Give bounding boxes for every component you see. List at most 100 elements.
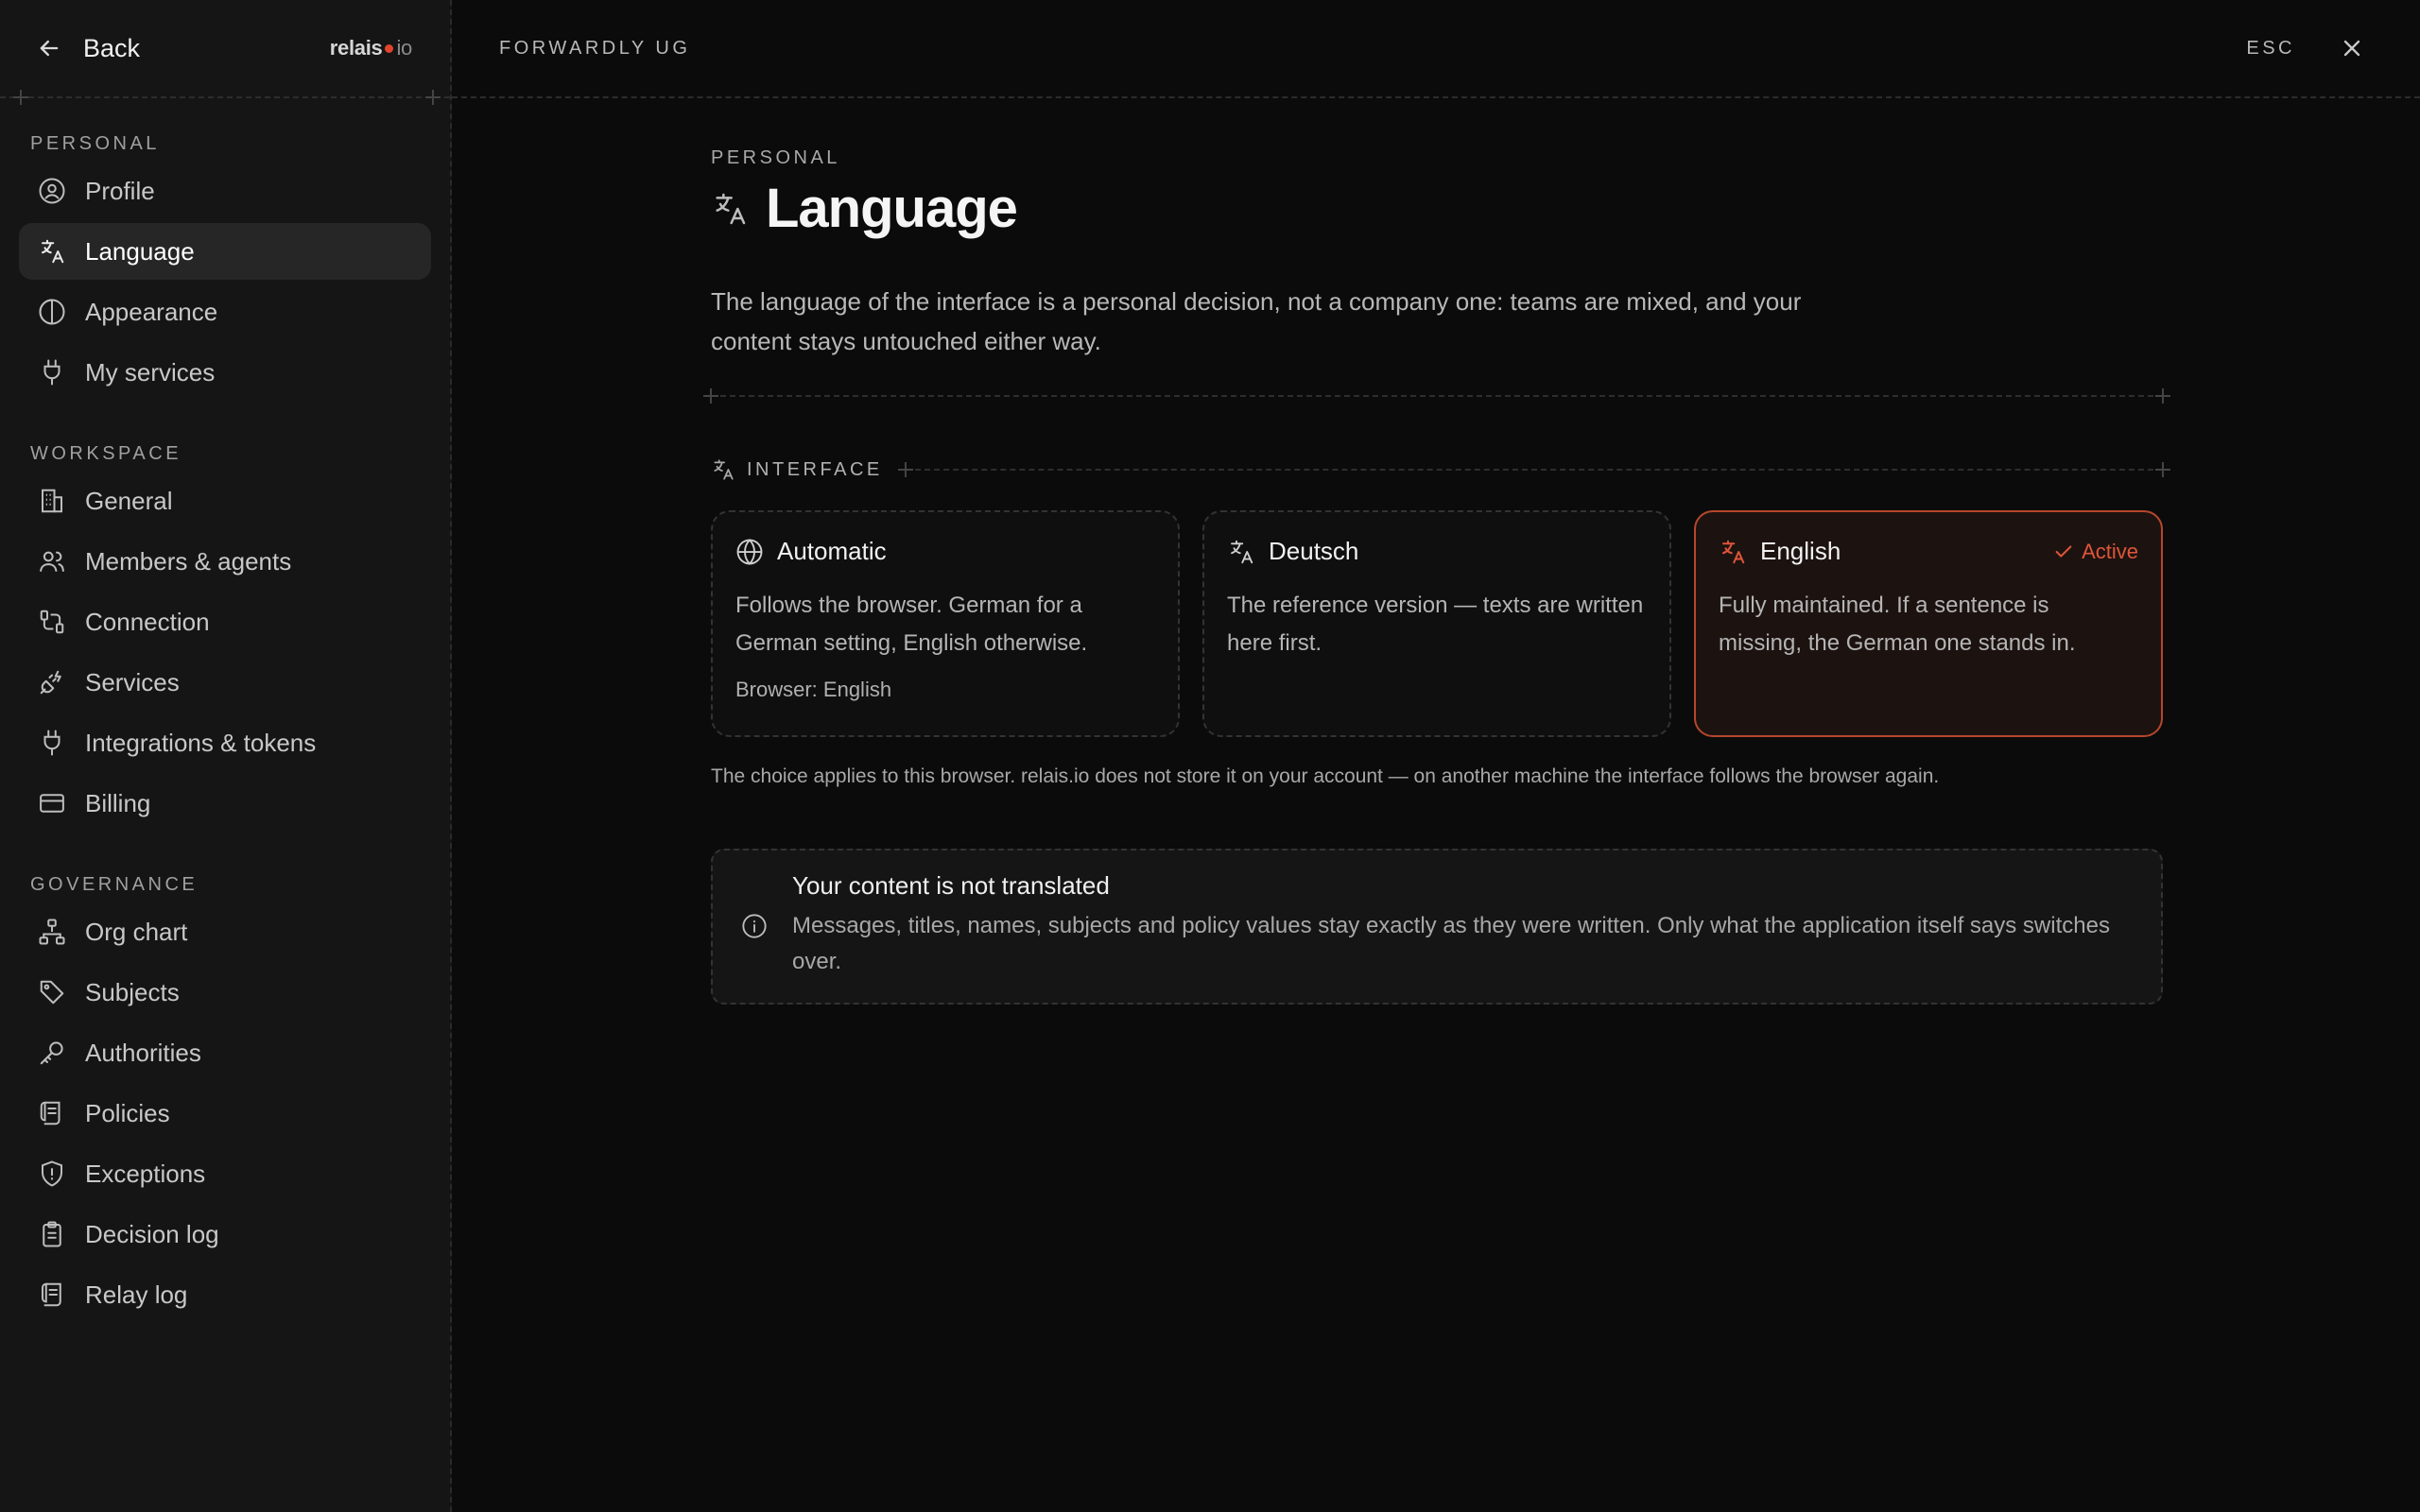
- card-title: Deutsch: [1269, 537, 1359, 565]
- card-header: Automatic: [735, 537, 1155, 566]
- sidebar-item-relay-log[interactable]: Relay log: [19, 1266, 431, 1323]
- clipboard-icon: [43, 1221, 61, 1247]
- sidebar-list-governance: Org chart Subjects Authorities Policies …: [0, 903, 450, 1323]
- page-title-row: Language: [711, 177, 2163, 240]
- sidebar-item-label: Billing: [85, 788, 151, 817]
- card-title: Automatic: [777, 537, 887, 565]
- topbar-actions: ESC: [2246, 35, 2365, 61]
- sidebar-item-general[interactable]: General: [19, 472, 431, 529]
- sidebar-item-label: Relay log: [85, 1280, 188, 1309]
- breadcrumb: FORWARDLY UG: [499, 37, 691, 59]
- close-icon[interactable]: [2339, 35, 2365, 61]
- scroll-icon: [40, 1101, 60, 1125]
- brand-tld: io: [396, 36, 412, 60]
- sidebar-item-decision-log[interactable]: Decision log: [19, 1206, 431, 1263]
- brand-logo: relais io: [329, 36, 413, 60]
- sidebar-item-org-chart[interactable]: Org chart: [19, 903, 431, 960]
- browser-language: Browser: English: [735, 678, 892, 701]
- sidebar-item-connection[interactable]: Connection: [19, 593, 431, 650]
- sidebar-item-label: Policies: [85, 1098, 170, 1127]
- card-description: Follows the browser. German for a German…: [735, 593, 1088, 656]
- sidebar-item-services[interactable]: Services: [19, 654, 431, 711]
- sidebar-section-workspace: WORKSPACE: [30, 443, 182, 464]
- sidebar-item-exceptions[interactable]: Exceptions: [19, 1145, 431, 1202]
- back-label: Back: [83, 33, 141, 62]
- main-panel: FORWARDLY UG ESC PERSONAL Language The l…: [452, 0, 2420, 1512]
- sidebar: Back relais io PERSONAL Profile Language …: [0, 0, 452, 1512]
- corner-plus-mark: [425, 90, 441, 105]
- sidebar-item-label: General: [85, 486, 173, 515]
- plug-zap-icon: [40, 670, 61, 695]
- info-title: Your content is not translated: [792, 871, 1110, 900]
- key-icon: [40, 1041, 63, 1065]
- check-icon: [2055, 544, 2072, 558]
- sidebar-item-appearance[interactable]: Appearance: [19, 284, 431, 340]
- corner-plus-mark: [897, 462, 913, 477]
- sidebar-header: Back relais io: [0, 0, 450, 105]
- sidebar-list-personal: Profile Language Appearance My services: [0, 163, 450, 401]
- corner-plus-mark: [2155, 462, 2170, 477]
- building-icon: [42, 489, 62, 513]
- option-card-deutsch[interactable]: Deutsch The reference version — texts ar…: [1202, 510, 1671, 737]
- sidebar-item-label: My services: [85, 357, 216, 387]
- card-header: English Active: [1719, 537, 2138, 566]
- credit-card-icon: [40, 794, 64, 813]
- corner-plus-mark: [13, 90, 28, 105]
- sidebar-item-integrations-tokens[interactable]: Integrations & tokens: [19, 714, 431, 771]
- divider: [703, 388, 2170, 404]
- content-info-callout: Your content is not translated Messages,…: [711, 849, 2163, 1005]
- topbar: FORWARDLY UG ESC: [452, 0, 2420, 98]
- translate-icon: [1722, 540, 1745, 563]
- interface-section-header: INTERFACE: [711, 457, 2170, 482]
- sidebar-item-label: Profile: [85, 176, 155, 205]
- sidebar-item-label: Connection: [85, 607, 210, 636]
- sidebar-item-members-agents[interactable]: Members & agents: [19, 533, 431, 590]
- card-description: The reference version — texts are writte…: [1227, 593, 1644, 656]
- sidebar-item-label: Integrations & tokens: [85, 728, 317, 757]
- option-card-english[interactable]: English Active Fully maintained. If a se…: [1694, 510, 2163, 737]
- corner-plus-mark: [2155, 388, 2170, 404]
- language-options: Automatic Follows the browser. German fo…: [711, 510, 2163, 737]
- translate-icon: [42, 239, 64, 264]
- sidebar-item-billing[interactable]: Billing: [19, 775, 431, 832]
- translate-icon: [1231, 540, 1253, 563]
- users-icon: [40, 551, 64, 572]
- shield-alert-icon: [42, 1160, 62, 1187]
- sidebar-item-label: Language: [85, 236, 195, 266]
- sidebar-item-label: Decision log: [85, 1219, 219, 1248]
- sidebar-item-label: Exceptions: [85, 1159, 206, 1188]
- card-description: Fully maintained. If a sentence is missi…: [1719, 593, 2076, 656]
- active-badge-label: Active: [2082, 539, 2138, 563]
- arrow-left-icon: [40, 40, 59, 57]
- info-icon: [742, 914, 767, 938]
- back-button[interactable]: Back: [36, 34, 140, 63]
- card-title: English: [1760, 537, 1841, 565]
- sidebar-item-label: Org chart: [85, 917, 188, 946]
- sidebar-section-governance: GOVERNANCE: [30, 874, 199, 895]
- globe-icon: [736, 538, 763, 565]
- option-card-automatic[interactable]: Automatic Follows the browser. German fo…: [711, 510, 1180, 737]
- translate-icon: [716, 193, 746, 224]
- tag-icon: [40, 980, 64, 1005]
- sidebar-item-my-services[interactable]: My services: [19, 344, 431, 401]
- info-text: Messages, titles, names, subjects and po…: [792, 913, 2110, 974]
- storage-note: The choice applies to this browser. rela…: [711, 765, 1940, 787]
- sidebar-item-label: Subjects: [85, 977, 180, 1006]
- translate-icon: [714, 459, 734, 480]
- sidebar-item-language[interactable]: Language: [19, 223, 431, 280]
- corner-plus-mark: [703, 388, 718, 404]
- sidebar-item-authorities[interactable]: Authorities: [19, 1024, 431, 1081]
- brand-name: relais: [329, 36, 383, 60]
- user-circle-icon: [39, 178, 65, 204]
- card-header: Deutsch: [1227, 537, 1647, 566]
- org-chart-icon: [39, 919, 65, 945]
- plug-icon: [43, 730, 60, 756]
- active-badge: Active: [2053, 540, 2138, 564]
- sidebar-item-subjects[interactable]: Subjects: [19, 964, 431, 1021]
- sidebar-item-profile[interactable]: Profile: [19, 163, 431, 219]
- route-icon: [40, 610, 64, 634]
- page-content: PERSONAL Language The language of the in…: [703, 98, 2170, 1005]
- sidebar-list-workspace: General Members & agents Connection Serv…: [0, 472, 450, 832]
- app-root: Back relais io PERSONAL Profile Language …: [0, 0, 2420, 1512]
- sidebar-item-policies[interactable]: Policies: [19, 1085, 431, 1142]
